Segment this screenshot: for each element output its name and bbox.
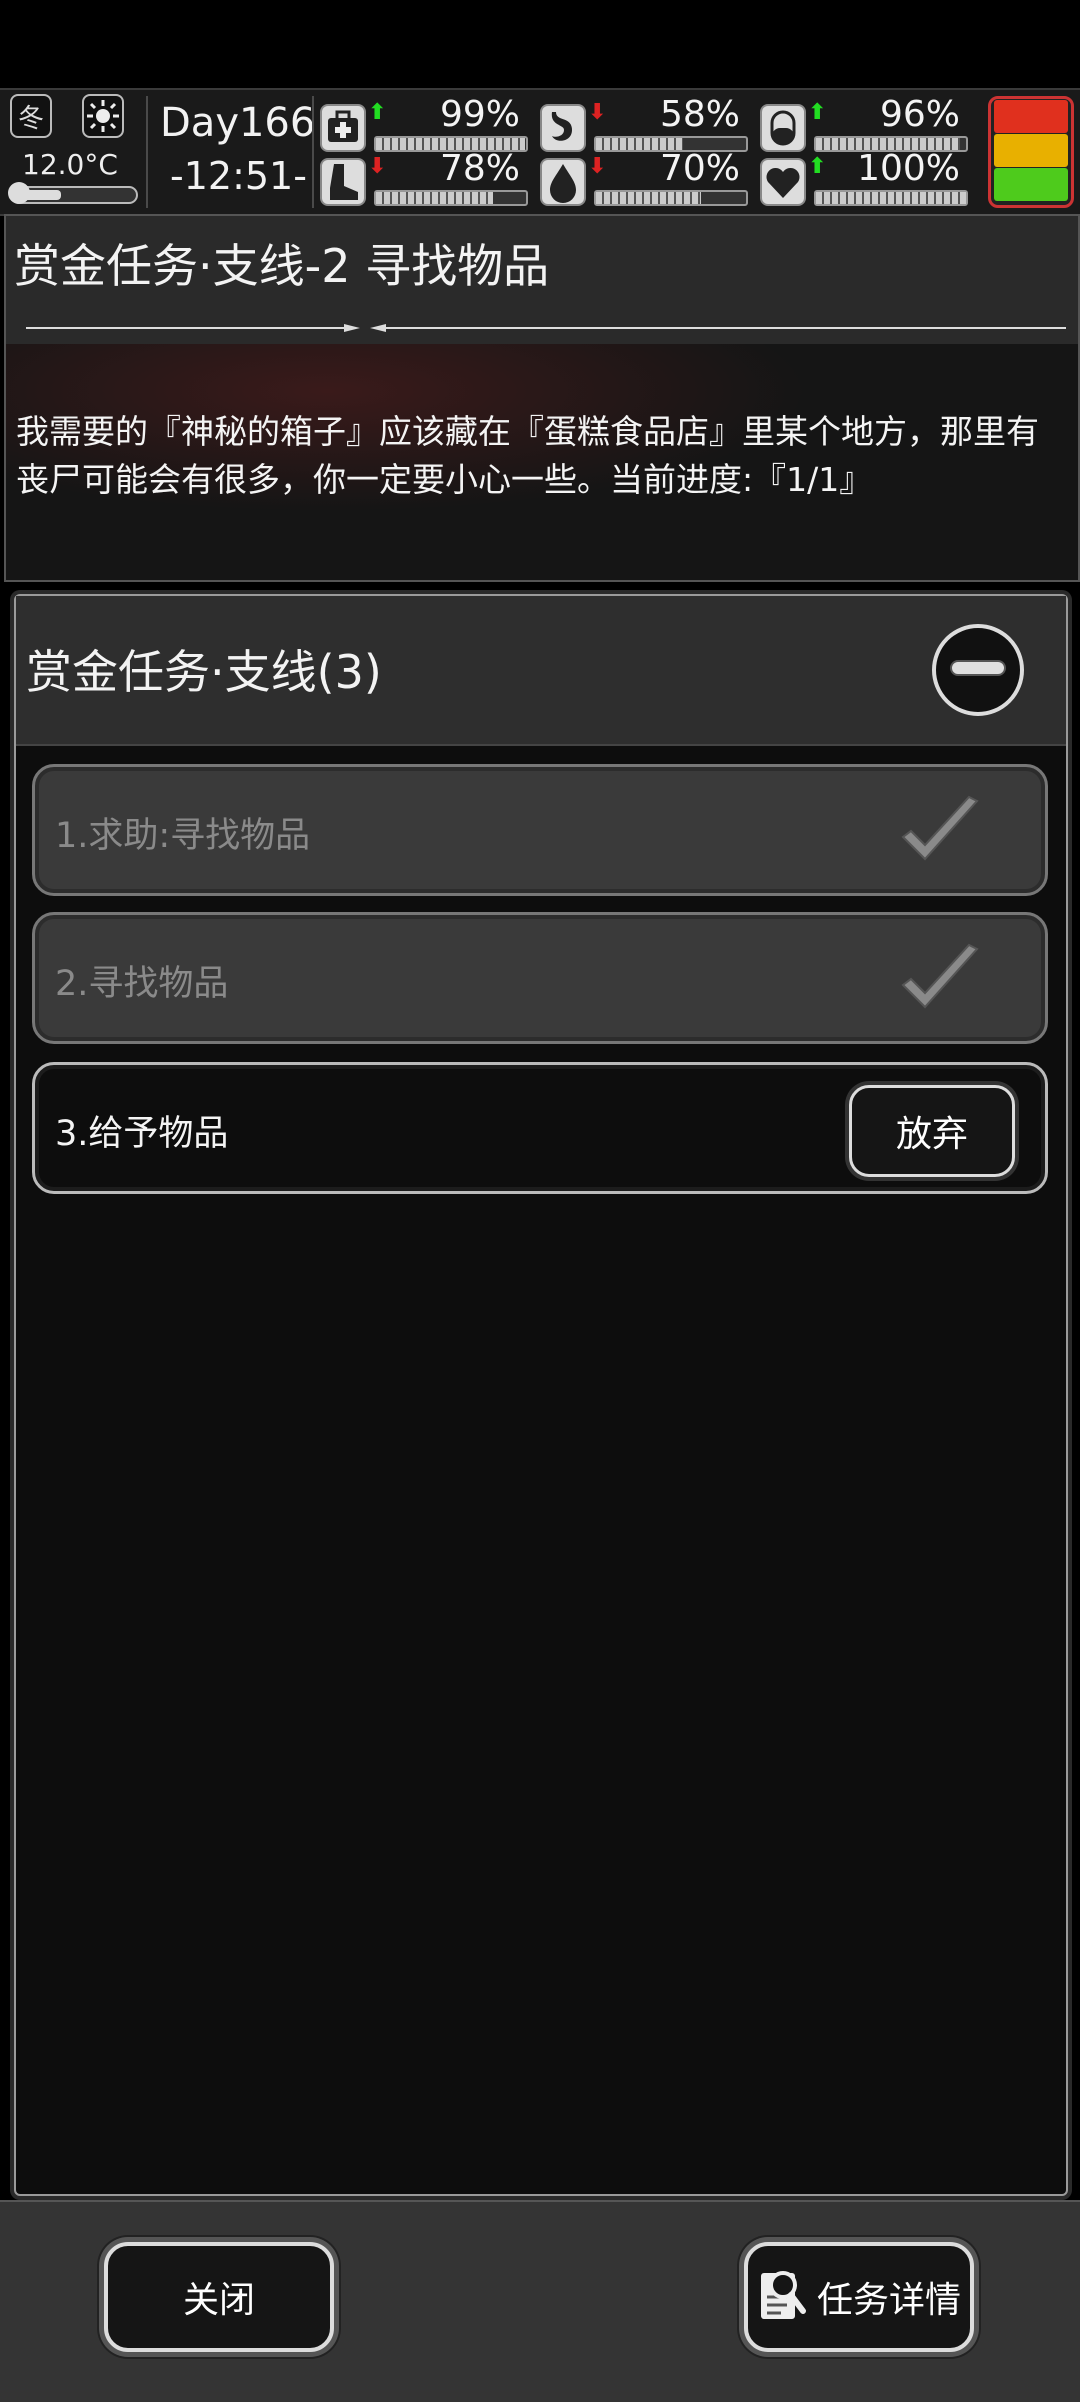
sun-icon: [82, 94, 124, 138]
checkmark-icon: [901, 943, 979, 1009]
heart-icon: [760, 158, 806, 206]
document-search-icon: [760, 2271, 806, 2319]
danger-level-indicator[interactable]: [988, 96, 1074, 208]
thermometer-gauge: [8, 182, 138, 204]
task-list-header[interactable]: 赏金任务·支线(3): [16, 596, 1066, 746]
temperature: 12.0°C: [22, 148, 118, 181]
quest-description-panel: 赏金任务·支线-2 寻找物品 我需要的『神秘的箱子』应该藏在『蛋糕食品店』里某个…: [4, 214, 1080, 582]
medkit-icon: [320, 104, 366, 152]
quest-description-box: 我需要的『神秘的箱子』应该藏在『蛋糕食品店』里某个地方，那里有丧尸可能会有很多，…: [6, 344, 1078, 580]
game-clock: -12:51-: [170, 154, 307, 198]
task-label: 3.给予物品: [55, 1114, 229, 1154]
day-counter: Day166: [160, 100, 316, 146]
stamina-stat: ⬇ 78%: [320, 148, 528, 208]
stomach-icon: [540, 104, 586, 152]
quest-description: 我需要的『神秘的箱子』应该藏在『蛋糕食品店』里某个地方，那里有丧尸可能会有很多，…: [16, 412, 1039, 499]
close-button[interactable]: 关闭: [104, 2242, 334, 2352]
title-divider: [26, 324, 1066, 332]
task-label: 2.寻找物品: [55, 964, 229, 1004]
hunger-stat: ⬇ 58%: [540, 94, 748, 154]
task-label: 1.求助:寻找物品: [55, 816, 311, 856]
bottom-bar: 关闭 任务详情: [0, 2200, 1080, 2402]
checkmark-icon: [901, 795, 979, 861]
immunity-stat: ⬆ 96%: [760, 94, 968, 154]
trend-arrow-icon: ⬇: [588, 154, 607, 179]
pill-icon: [760, 104, 806, 152]
task-item[interactable]: 1.求助:寻找物品: [32, 764, 1048, 896]
trend-arrow-icon: ⬇: [588, 100, 607, 125]
boot-icon: [320, 158, 366, 206]
task-list-title: 赏金任务·支线(3): [26, 645, 382, 699]
task-list-panel: 赏金任务·支线(3) 1.求助:寻找物品 2.寻找物品 3.给予物品 放弃: [14, 594, 1068, 2196]
minus-icon: [950, 660, 1006, 676]
task-item[interactable]: 2.寻找物品: [32, 912, 1048, 1044]
trend-arrow-icon: ⬆: [368, 100, 387, 125]
water-drop-icon: [540, 158, 586, 206]
trend-arrow-icon: ⬇: [368, 154, 387, 179]
quest-title: 赏金任务·支线-2 寻找物品: [14, 239, 550, 293]
mood-stat: ⬆ 100%: [760, 148, 968, 208]
trend-arrow-icon: ⬆: [808, 154, 827, 179]
collapse-button[interactable]: [932, 624, 1024, 716]
task-details-button[interactable]: 任务详情: [744, 2242, 974, 2352]
abandon-button[interactable]: 放弃: [849, 1085, 1015, 1177]
task-item[interactable]: 3.给予物品 放弃: [32, 1062, 1048, 1194]
health-stat: ⬆ 99%: [320, 94, 528, 154]
winter-season-icon: 冬: [10, 94, 52, 138]
status-bar: 冬 12.0°C Day166 -12:51- ⬆ 99% ⬇ 58% ⬆ 96…: [0, 88, 1080, 216]
trend-arrow-icon: ⬆: [808, 100, 827, 125]
thirst-stat: ⬇ 70%: [540, 148, 748, 208]
